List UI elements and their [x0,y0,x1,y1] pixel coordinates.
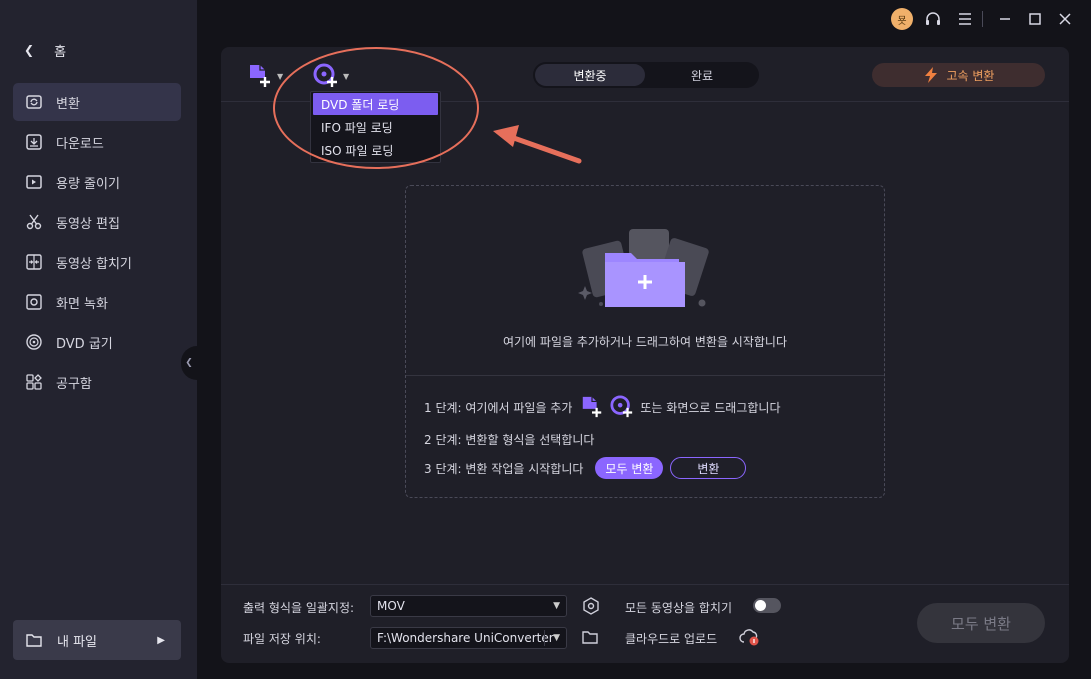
home-link[interactable]: ❮ 홈 [24,40,66,60]
sidebar-item-label: 동영상 합치기 [56,256,132,272]
main-panel: ▼ ▼ 변환중 완료 고속 변환 DVD 폴더 로딩 IFO 파일 로딩 ISO… [221,47,1069,663]
toolbox-icon [26,374,42,390]
chevron-right-icon: ▶ [157,634,165,646]
add-files-button[interactable]: ▼ [247,63,283,89]
sidebar-item-download[interactable]: 다운로드 [13,123,181,161]
minimize-icon[interactable] [993,7,1017,31]
sidebar-item-label: 공구함 [56,376,92,392]
sidebar-item-label: DVD 굽기 [56,336,113,352]
bottom-divider [221,584,1069,585]
tab-converting[interactable]: 변환중 [535,64,645,86]
step-1: 1 단계: 여기에서 파일을 추가 또는 화면으로 드래그합니다 [424,395,781,419]
lightning-icon [924,67,937,83]
sidebar: ❮ 홈 변환 다운로드 용량 줄이기 동영상 편집 동영상 합치기 화면 녹화 [0,0,197,679]
convert-icon [26,95,42,109]
tab-finished[interactable]: 완료 [647,64,757,86]
annotation-arrow [493,125,582,164]
sidebar-item-dvd-burn[interactable]: DVD 굽기 [13,323,181,361]
toggle-knob [755,600,766,611]
drop-zone[interactable]: 여기에 파일을 추가하거나 드래그하여 변환을 시작합니다 1 단계: 여기에서… [405,185,885,498]
chevron-down-icon: ▼ [553,601,560,611]
add-file-icon [250,65,270,87]
save-location-select[interactable]: F:\Wondershare UniConverter ▼ [370,627,567,649]
app-window: ❮ 홈 변환 다운로드 용량 줄이기 동영상 편집 동영상 합치기 화면 녹화 [0,0,1091,679]
add-file-icon[interactable] [580,395,604,419]
chevron-down-icon: ▼ [277,71,284,81]
add-folder-illustration [578,229,709,307]
sidebar-item-compress[interactable]: 용량 줄이기 [13,163,181,201]
maximize-icon[interactable] [1023,7,1047,31]
step-3: 3 단계: 변환 작업을 시작합니다 모두 변환 변환 [424,457,747,479]
close-icon[interactable] [1053,7,1077,31]
output-format-select[interactable]: MOV ▼ [370,595,567,617]
chevron-down-icon: ▼ [553,633,560,643]
high-speed-conversion-button[interactable]: 고속 변환 [872,63,1045,87]
avatar[interactable]: 묫 [891,8,913,30]
format-settings-icon[interactable] [581,596,601,616]
chevron-left-icon: ❮ [185,358,193,368]
folder-icon [26,634,42,647]
cloud-upload-icon[interactable] [738,627,762,647]
output-format-label: 출력 형식을 일괄지정: [243,601,355,615]
compress-icon [26,175,42,189]
convert-example-button[interactable]: 변환 [670,457,747,479]
record-icon [26,294,42,310]
merge-all-toggle[interactable] [753,598,781,613]
output-format-value: MOV [377,599,405,613]
step-2-text: 2 단계: 변환할 형식을 선택합니다 [424,432,595,447]
merge-all-label: 모든 동영상을 합치기 [625,601,732,615]
select-divider [544,630,545,646]
sidebar-item-label: 동영상 편집 [56,216,120,232]
status-tabs: 변환중 완료 [533,62,759,88]
home-label: 홈 [54,44,67,60]
drop-hint: 여기에 파일을 추가하거나 드래그하여 변환을 시작합니다 [502,335,788,349]
sidebar-item-label: 변환 [56,96,80,112]
cloud-upload-label: 클라우드로 업로드 [625,632,718,646]
drop-zone-divider [406,375,884,376]
menu-icon[interactable] [953,7,977,31]
scissors-icon [26,214,42,230]
chevron-left-icon: ❮ [24,43,35,57]
my-files-label: 내 파일 [57,634,98,650]
convert-all-button[interactable]: 모두 변환 [917,603,1045,643]
convert-all-example-button[interactable]: 모두 변환 [595,457,664,479]
step-3-text: 3 단계: 변환 작업을 시작합니다 [424,461,584,476]
annotation-circle [273,47,479,169]
sidebar-item-convert[interactable]: 변환 [13,83,181,121]
open-folder-icon[interactable] [581,628,599,646]
avatar-text: 묫 [897,15,907,27]
merge-icon [26,254,42,270]
step-1-suffix: 또는 화면으로 드래그합니다 [640,400,781,415]
title-bar: 묫 [197,0,1091,40]
titlebar-divider [982,11,983,27]
sidebar-item-label: 다운로드 [56,136,104,152]
save-location-label: 파일 저장 위치: [243,632,321,646]
sidebar-item-toolbox[interactable]: 공구함 [13,363,181,401]
step-2: 2 단계: 변환할 형식을 선택합니다 [424,428,594,450]
turbo-label: 고속 변환 [946,68,995,83]
my-files-button[interactable]: 내 파일 ▶ [13,620,181,660]
add-dvd-icon[interactable] [610,395,634,419]
download-icon [26,134,42,150]
sidebar-item-label: 용량 줄이기 [56,176,120,192]
save-location-value: F:\Wondershare UniConverter [377,631,554,645]
headset-icon[interactable] [921,7,945,31]
sidebar-item-record[interactable]: 화면 녹화 [13,283,181,321]
sidebar-item-edit[interactable]: 동영상 편집 [13,203,181,241]
step-1-text: 1 단계: 여기에서 파일을 추가 [424,400,573,415]
sidebar-item-merge[interactable]: 동영상 합치기 [13,243,181,281]
sidebar-item-label: 화면 녹화 [56,296,108,312]
disc-icon [26,334,42,350]
